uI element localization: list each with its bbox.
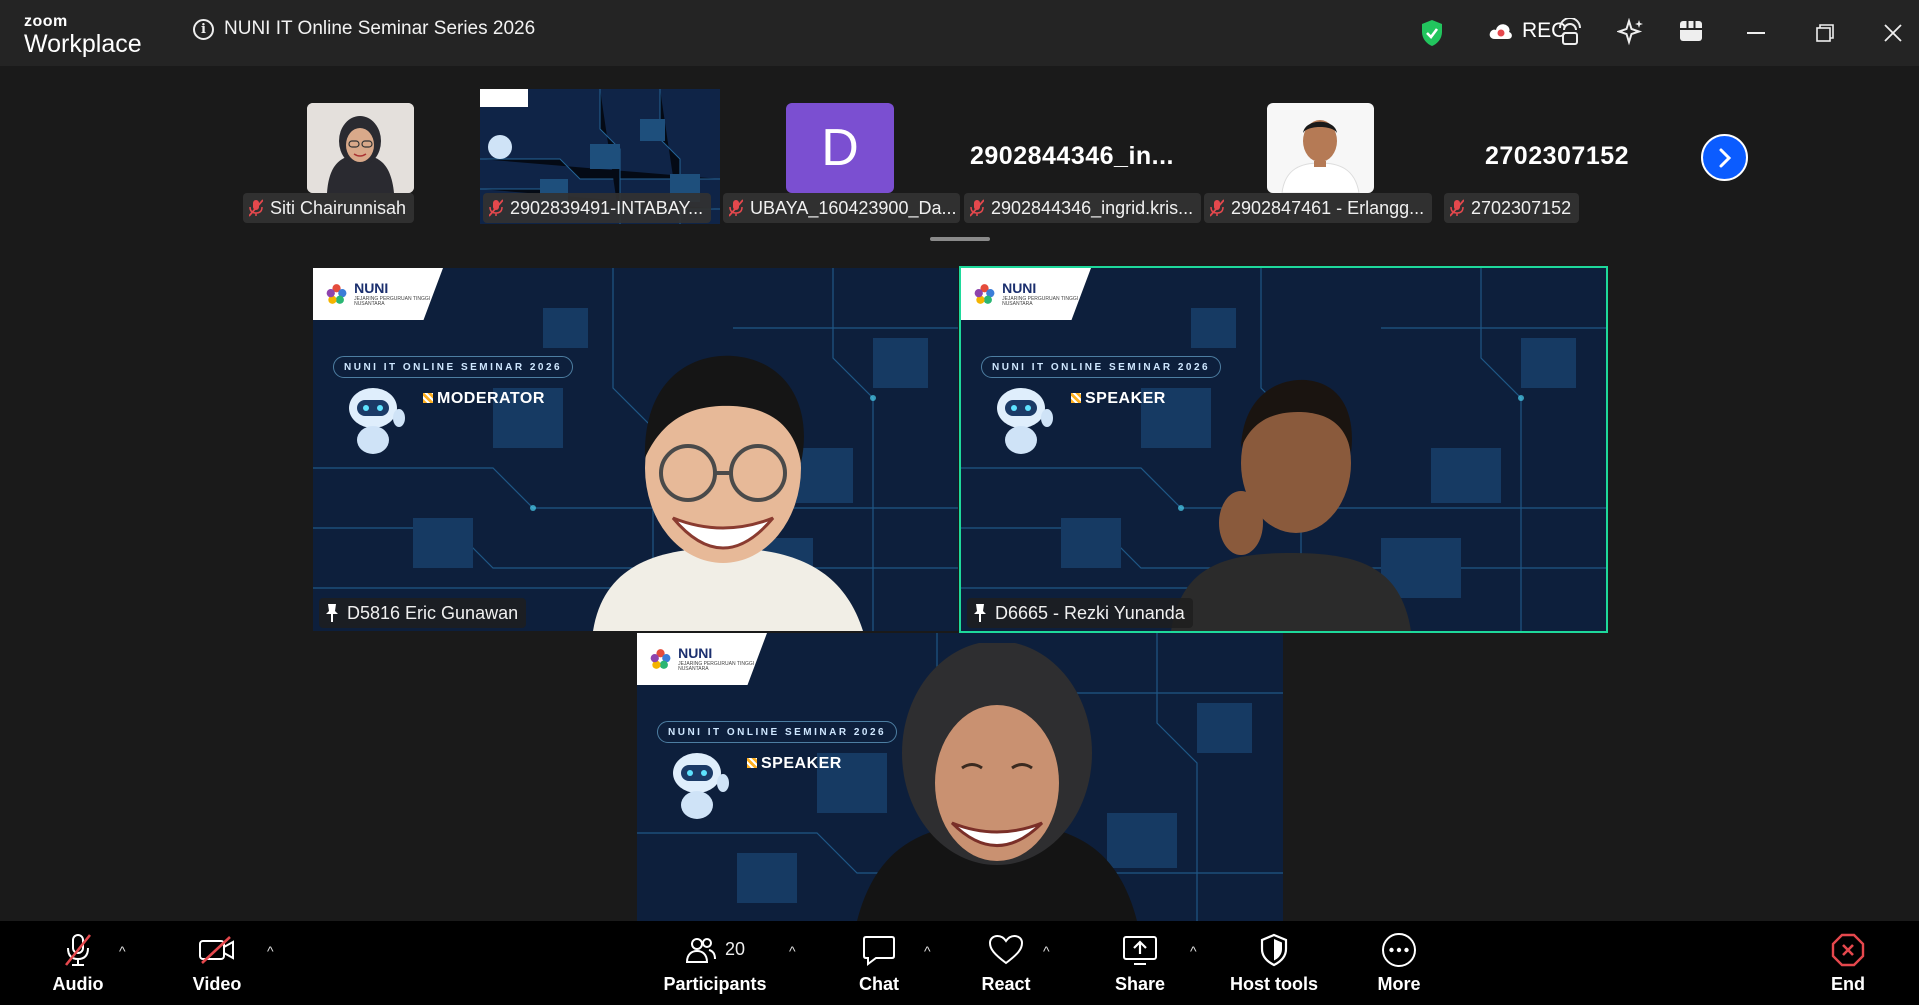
ai-companion-icon[interactable] [1617,18,1645,46]
meeting-title-text: NUNI IT Online Seminar Series 2026 [224,18,536,39]
video-tile-1[interactable]: NUNI JEJARING PERGURUAN TINGGI NUSANTARA … [313,268,958,631]
participants-icon [685,937,716,963]
nuni-logo: NUNI JEJARING PERGURUAN TINGGI NUSANTARA [637,633,767,685]
nuni-flower-icon [650,649,671,669]
video-button[interactable]: Video [187,921,247,1005]
mic-muted-icon [489,199,503,217]
mic-muted-icon [1450,199,1464,217]
chat-options-caret[interactable]: ^ [924,943,931,959]
filmstrip-label-2: 2902839491-INTABAY... [483,193,712,223]
filmstrip-label-1: Siti Chairunnisah [243,193,415,223]
participants-options-caret[interactable]: ^ [789,943,796,959]
filmstrip-label-3: UBAYA_160423900_Da... [723,193,960,223]
filmstrip-next-button[interactable] [1701,134,1748,181]
role-label: MODERATOR [423,390,545,408]
filmstrip-label-6: 2702307152 [1444,193,1580,223]
participant-photo [307,103,414,193]
pin-icon [325,603,339,623]
seminar-badge: NUNI IT ONLINE SEMINAR 2026 [333,356,574,378]
role-label: SPEAKER [747,755,842,773]
mic-muted-icon [729,199,743,217]
mic-muted-icon [1210,199,1224,217]
more-button[interactable]: More [1374,921,1424,1005]
minimize-icon[interactable] [1747,32,1765,34]
end-meeting-icon [1831,933,1865,966]
live-transcript-icon[interactable] [1557,18,1583,46]
filmstrip-thumb-1[interactable] [307,103,414,193]
chat-icon [863,935,895,966]
video-options-caret[interactable]: ^ [267,943,274,959]
filmstrip-thumb-4[interactable]: 2902844346_in... [970,142,1174,171]
react-button[interactable]: React [976,921,1036,1005]
video-tile-3[interactable]: NUNI JEJARING PERGURUAN TINGGI NUSANTARA … [637,633,1283,921]
audio-options-caret[interactable]: ^ [119,943,126,959]
nuni-brand: NUNI [354,280,389,296]
participant-video [593,355,863,631]
audio-button[interactable]: Audio [48,921,108,1005]
participant-photo [1267,103,1374,193]
robot-mascot-icon [673,753,729,819]
heart-icon [988,934,1024,964]
mic-muted-icon [64,933,92,966]
meeting-title[interactable]: i NUNI IT Online Seminar Series 2026 [193,18,535,40]
participant-name-label: D5816 Eric Gunawan [319,598,527,628]
gallery-view-icon[interactable] [1679,19,1703,43]
share-button[interactable]: Share [1110,921,1170,1005]
logo-line1: zoom [24,13,68,30]
react-options-caret[interactable]: ^ [1043,943,1050,959]
robot-mascot-icon [349,388,405,454]
avatar-letter: D [821,119,859,177]
participant-name-label: D6665 - Rezki Yunanda [967,598,1193,628]
chat-button[interactable]: Chat [851,921,907,1005]
close-icon[interactable] [1884,24,1902,42]
restore-icon[interactable] [1816,24,1834,42]
end-button[interactable]: End [1828,921,1868,1005]
meeting-toolbar: Audio ^ Video ^ 20 Participants ^ Chat ^… [0,921,1919,1005]
participants-button[interactable]: 20 Participants [660,921,770,1005]
nuni-logo: NUNI JEJARING PERGURUAN TINGGI NUSANTARA [313,268,443,320]
filmstrip-thumb-6[interactable]: 2702307152 [1485,142,1629,171]
participants-count: 20 [724,939,746,959]
filmstrip-thumb-3[interactable]: D [786,103,894,193]
filmstrip-thumb-5[interactable] [1267,103,1374,193]
encryption-shield-icon[interactable] [1420,19,1444,47]
nuni-brand: NUNI [678,645,713,661]
participant-video [857,643,1137,921]
share-screen-icon [1123,935,1157,965]
host-shield-icon [1260,933,1288,966]
share-options-caret[interactable]: ^ [1190,943,1197,959]
mic-muted-icon [970,199,984,217]
role-label: SPEAKER [1071,390,1166,408]
participant-video [1171,379,1411,631]
video-off-icon [199,935,234,964]
chevron-right-icon [1719,148,1731,167]
more-icon [1382,932,1416,967]
info-icon[interactable]: i [193,18,214,40]
pin-icon [973,603,987,623]
filmstrip-label-4: 2902844346_ingrid.kris... [964,193,1201,223]
nuni-brand: NUNI [1002,280,1037,296]
nuni-flower-icon [974,284,995,304]
nuni-flower-icon [326,284,347,304]
logo-line2: Workplace [24,30,142,58]
cloud-record-icon [1489,24,1512,39]
mic-muted-icon [249,199,263,217]
title-bar: zoom Workplace i NUNI IT Online Seminar … [0,0,1919,66]
host-tools-button[interactable]: Host tools [1230,921,1318,1005]
zoom-workplace-logo: zoom Workplace [24,14,142,57]
nuni-logo: NUNI JEJARING PERGURUAN TINGGI NUSANTARA [961,268,1091,320]
video-tile-2-active-speaker[interactable]: NUNI JEJARING PERGURUAN TINGGI NUSANTARA … [959,266,1608,633]
filmstrip-drag-handle[interactable] [930,237,990,241]
filmstrip-label-5: 2902847461 - Erlangg... [1204,193,1433,223]
robot-mascot-icon [997,388,1053,454]
